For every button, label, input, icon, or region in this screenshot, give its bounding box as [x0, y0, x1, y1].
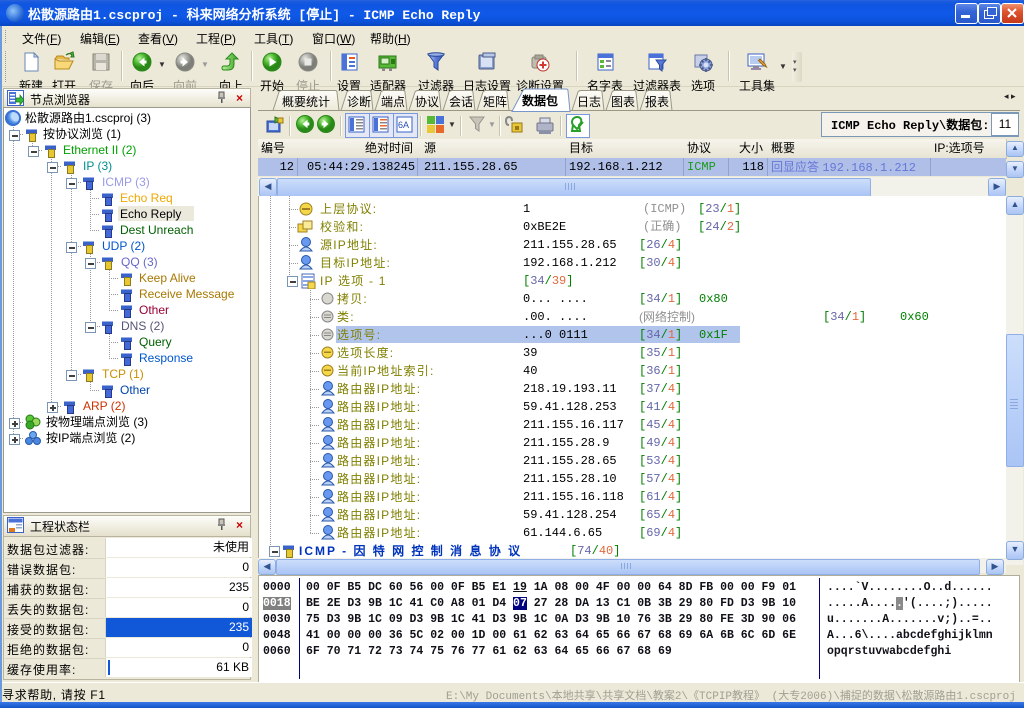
svg-text:6A: 6A — [398, 120, 409, 130]
